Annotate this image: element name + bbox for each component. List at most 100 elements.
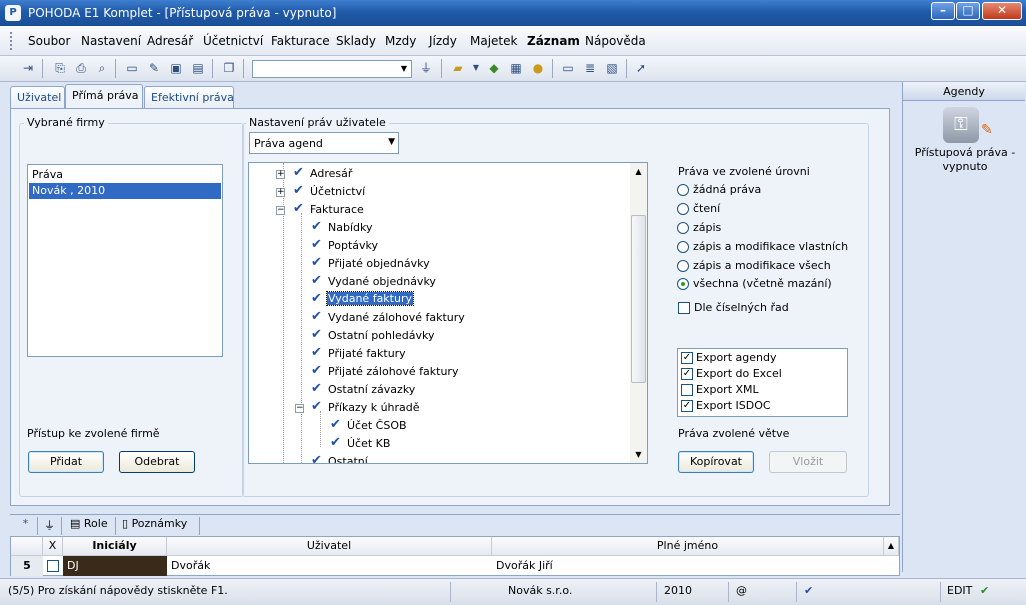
firms-list[interactable]: Práva Novák , 2010 bbox=[27, 164, 223, 357]
row-number: 5 bbox=[11, 556, 43, 576]
menu-nastaveni[interactable]: Nastavení bbox=[81, 34, 141, 48]
column-header-user[interactable]: Uživatel bbox=[167, 537, 492, 556]
menu-ucetnictvi[interactable]: Účetnictví bbox=[203, 34, 263, 48]
column-header-x[interactable]: X bbox=[43, 537, 63, 556]
menu-napoveda[interactable]: Nápověda bbox=[585, 34, 646, 48]
list-item-selected[interactable]: Novák , 2010 bbox=[29, 183, 221, 199]
tab-prima-prava[interactable]: Přímá práva bbox=[65, 84, 143, 108]
tab-role[interactable]: ▤ Role bbox=[66, 517, 116, 535]
save-icon[interactable]: ▣ bbox=[168, 60, 184, 76]
add-firm-button[interactable]: Přidat bbox=[28, 451, 104, 473]
scroll-thumb[interactable] bbox=[631, 215, 646, 383]
tab-label: Poznámky bbox=[131, 517, 188, 530]
tree-node-label: Vydané objednávky bbox=[328, 275, 436, 288]
remove-firm-button[interactable]: Odebrat bbox=[119, 451, 195, 473]
filter-icon[interactable]: ⏚ bbox=[418, 60, 434, 76]
toolbar-separator bbox=[552, 59, 553, 78]
toolbar-separator bbox=[115, 59, 116, 78]
cell-fullname[interactable]: Dvořák Jiří bbox=[492, 556, 884, 576]
filter-icon[interactable]: ⏚ bbox=[40, 517, 62, 535]
status-company: Novák s.r.o. bbox=[508, 584, 573, 597]
tab-all[interactable]: * bbox=[10, 517, 38, 535]
print-preview-icon[interactable]: ⌕ bbox=[94, 60, 110, 76]
expand-icon[interactable]: + bbox=[276, 188, 285, 197]
tab-poznamky[interactable]: ▯ Poznámky bbox=[118, 517, 200, 535]
export-isdoc-checkbox[interactable]: ✓ bbox=[681, 400, 693, 412]
radio-button[interactable] bbox=[677, 184, 689, 196]
radio-button-selected[interactable] bbox=[677, 278, 689, 290]
column-header-fullname[interactable]: Plné jméno bbox=[492, 537, 884, 556]
chevron-down-icon: ▼ bbox=[388, 137, 395, 147]
export-xml-checkbox[interactable] bbox=[681, 384, 693, 396]
window-title: POHODA E1 Komplet - [Přístupová práva - … bbox=[28, 6, 337, 20]
check-icon: ✔ bbox=[311, 327, 322, 342]
scroll-down-icon[interactable]: ▼ bbox=[630, 446, 647, 463]
series-label: Dle číselných řad bbox=[694, 301, 789, 314]
help-pointer-icon[interactable]: ➚ bbox=[633, 60, 649, 76]
chevron-down-icon[interactable]: ▼ bbox=[468, 60, 484, 76]
menu-jizdy[interactable]: Jízdy bbox=[429, 34, 457, 48]
cell-initials[interactable]: DJ bbox=[63, 556, 167, 576]
menu-majetek[interactable]: Majetek bbox=[470, 34, 517, 48]
edit-icon[interactable]: ✎ bbox=[146, 60, 162, 76]
minimize-button[interactable]: – bbox=[931, 2, 955, 20]
menu-adresar[interactable]: Adresář bbox=[147, 34, 193, 48]
radio-button[interactable] bbox=[677, 203, 689, 215]
image-icon[interactable]: ▧ bbox=[604, 60, 620, 76]
status-text: (5/5) Pro získání nápovědy stiskněte F1. bbox=[8, 584, 228, 597]
accounting-icon[interactable]: ◆ bbox=[486, 60, 502, 76]
scroll-up-icon[interactable]: ▲ bbox=[630, 163, 647, 180]
maximize-button[interactable]: □ bbox=[956, 2, 980, 20]
copy-records-icon[interactable]: ⎘ bbox=[52, 60, 68, 76]
exit-icon[interactable]: ⇥ bbox=[20, 60, 36, 76]
agendy-panel: Agendy ⚿ ✎ Přístupová práva - vypnuto bbox=[902, 82, 1026, 572]
series-checkbox[interactable] bbox=[678, 302, 690, 314]
tab-uzivatel[interactable]: Uživatel bbox=[10, 86, 65, 108]
radio-label: žádná práva bbox=[693, 183, 762, 196]
message-icon[interactable]: ▭ bbox=[560, 60, 576, 76]
menu-zaznam[interactable]: Záznam bbox=[527, 34, 580, 48]
rights-tree[interactable]: + ✔ Adresář + ✔ Účetnictví − ✔ Fakturace ✔ N… bbox=[248, 162, 648, 464]
menu-mzdy[interactable]: Mzdy bbox=[385, 34, 416, 48]
scroll-up-icon[interactable]: ▲ bbox=[884, 537, 899, 556]
folder-icon[interactable]: ▰ bbox=[450, 60, 466, 76]
export-excel-checkbox[interactable]: ✓ bbox=[681, 368, 693, 380]
agendy-header: Agendy bbox=[903, 82, 1025, 101]
close-button[interactable]: ✕ bbox=[982, 2, 1022, 20]
coins-icon[interactable]: ● bbox=[530, 60, 546, 76]
radio-button[interactable] bbox=[677, 241, 689, 253]
radio-button[interactable] bbox=[677, 260, 689, 272]
menu-sklady[interactable]: Sklady bbox=[336, 34, 376, 48]
cancel-icon[interactable]: ▤ bbox=[190, 60, 206, 76]
export-list: ✓ Export agendy ✓ Export do Excel Export… bbox=[677, 348, 848, 417]
app-icon: P bbox=[5, 5, 21, 21]
column-header-initials[interactable]: Iniciály bbox=[63, 537, 167, 556]
menu-fakturace[interactable]: Fakturace bbox=[271, 34, 330, 48]
tab-efektivni-prava[interactable]: Efektivní práva bbox=[144, 86, 234, 108]
export-xml-label: Export XML bbox=[696, 383, 759, 396]
collapse-icon[interactable]: − bbox=[295, 404, 304, 413]
quick-search-combo[interactable]: ▼ bbox=[252, 60, 412, 78]
collapse-icon[interactable]: − bbox=[276, 206, 285, 215]
keys-icon[interactable]: ⚿ bbox=[943, 107, 979, 143]
copy-button[interactable]: Kopírovat bbox=[678, 451, 754, 473]
new-record-icon[interactable]: ▭ bbox=[124, 60, 140, 76]
row-checkbox[interactable] bbox=[47, 560, 59, 572]
radio-button[interactable] bbox=[677, 222, 689, 234]
duplicate-icon[interactable]: ❐ bbox=[221, 60, 237, 76]
list-item[interactable]: Práva bbox=[30, 167, 220, 183]
check-icon: ✔ bbox=[293, 201, 304, 216]
print-icon[interactable]: ⎙ bbox=[73, 60, 89, 76]
agendy-item-label[interactable]: Přístupová práva - vypnuto bbox=[905, 146, 1025, 174]
cell-user[interactable]: Dvořák bbox=[167, 556, 492, 576]
chevron-down-icon: ▼ bbox=[400, 64, 408, 73]
expand-icon[interactable]: + bbox=[276, 170, 285, 179]
calculator-icon[interactable]: ▦ bbox=[508, 60, 524, 76]
menu-soubor[interactable]: Soubor bbox=[28, 34, 70, 48]
export-agendy-checkbox[interactable]: ✓ bbox=[681, 352, 693, 364]
status-separator bbox=[450, 582, 451, 602]
rights-type-dropdown[interactable]: Práva agend ▼ bbox=[249, 132, 399, 154]
users-grid: X Iniciály Uživatel Plné jméno ▲ 5 DJ Dv… bbox=[10, 536, 900, 576]
list-icon[interactable]: ≣ bbox=[582, 60, 598, 76]
tree-scrollbar[interactable]: ▲ ▼ bbox=[630, 163, 647, 463]
